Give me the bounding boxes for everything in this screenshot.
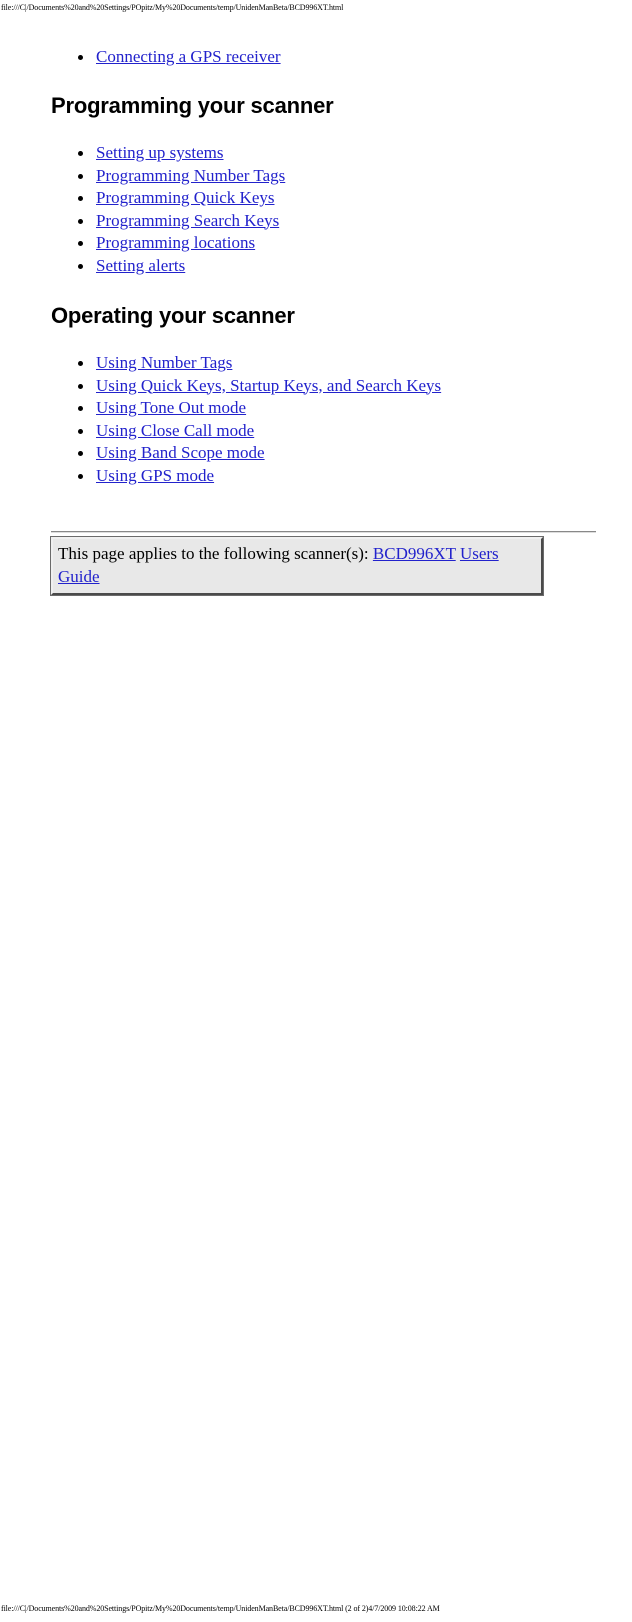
link-connecting-a-gps-receiver[interactable]: Connecting a GPS receiver: [96, 47, 281, 66]
bullet-icon: [78, 46, 86, 69]
list-item: Using GPS mode: [0, 465, 441, 488]
page-heading-programming: Programming your scanner: [51, 93, 334, 118]
list-item: Setting alerts: [0, 255, 285, 278]
list-item: Using Number Tags: [0, 352, 441, 375]
applies-to-text: This page applies to the following scann…: [58, 544, 373, 563]
bullet-icon: [78, 375, 86, 398]
bullet-icon: [78, 352, 86, 375]
link-using-gps-mode[interactable]: Using GPS mode: [96, 466, 214, 485]
list-item: Programming Search Keys: [0, 210, 285, 233]
list-item: Using Band Scope mode: [0, 442, 441, 465]
list-item: Using Tone Out mode: [0, 397, 441, 420]
page-footer-path: file:///C|/Documents%20and%20Settings/PO…: [1, 1604, 440, 1613]
list-item: Connecting a GPS receiver: [0, 46, 281, 69]
link-setting-up-systems[interactable]: Setting up systems: [96, 143, 224, 162]
bullet-icon: [78, 420, 86, 443]
bullet-icon: [78, 165, 86, 188]
link-using-tone-out-mode[interactable]: Using Tone Out mode: [96, 398, 246, 417]
list-item: Using Quick Keys, Startup Keys, and Sear…: [0, 375, 441, 398]
bullet-icon: [78, 397, 86, 420]
link-using-number-tags[interactable]: Using Number Tags: [96, 353, 232, 372]
top-link-list: Connecting a GPS receiver: [0, 46, 281, 69]
bullet-icon: [78, 142, 86, 165]
list-item: Setting up systems: [0, 142, 285, 165]
bullet-icon: [78, 187, 86, 210]
page-heading-operating: Operating your scanner: [51, 303, 295, 328]
bullet-icon: [78, 232, 86, 255]
list-item: Programming locations: [0, 232, 285, 255]
bullet-icon: [78, 210, 86, 233]
list-item: Programming Quick Keys: [0, 187, 285, 210]
link-using-band-scope-mode[interactable]: Using Band Scope mode: [96, 443, 265, 462]
bullet-icon: [78, 255, 86, 278]
link-using-close-call-mode[interactable]: Using Close Call mode: [96, 421, 254, 440]
horizontal-rule: [51, 531, 596, 533]
link-programming-quick-keys[interactable]: Programming Quick Keys: [96, 188, 274, 207]
bullet-icon: [78, 442, 86, 465]
link-setting-alerts[interactable]: Setting alerts: [96, 256, 185, 275]
link-programming-search-keys[interactable]: Programming Search Keys: [96, 211, 279, 230]
link-bcd996xt[interactable]: BCD996XT: [373, 544, 456, 563]
bullet-icon: [78, 465, 86, 488]
operating-link-list: Using Number Tags Using Quick Keys, Star…: [0, 352, 441, 487]
link-programming-locations[interactable]: Programming locations: [96, 233, 255, 252]
page-header-path: file:///C|/Documents%20and%20Settings/PO…: [1, 3, 344, 12]
applies-to-note: This page applies to the following scann…: [50, 536, 544, 596]
link-programming-number-tags[interactable]: Programming Number Tags: [96, 166, 285, 185]
list-item: Using Close Call mode: [0, 420, 441, 443]
list-item: Programming Number Tags: [0, 165, 285, 188]
link-using-quick-keys-startup-keys-and-search-keys[interactable]: Using Quick Keys, Startup Keys, and Sear…: [96, 376, 441, 395]
programming-link-list: Setting up systems Programming Number Ta…: [0, 142, 285, 277]
